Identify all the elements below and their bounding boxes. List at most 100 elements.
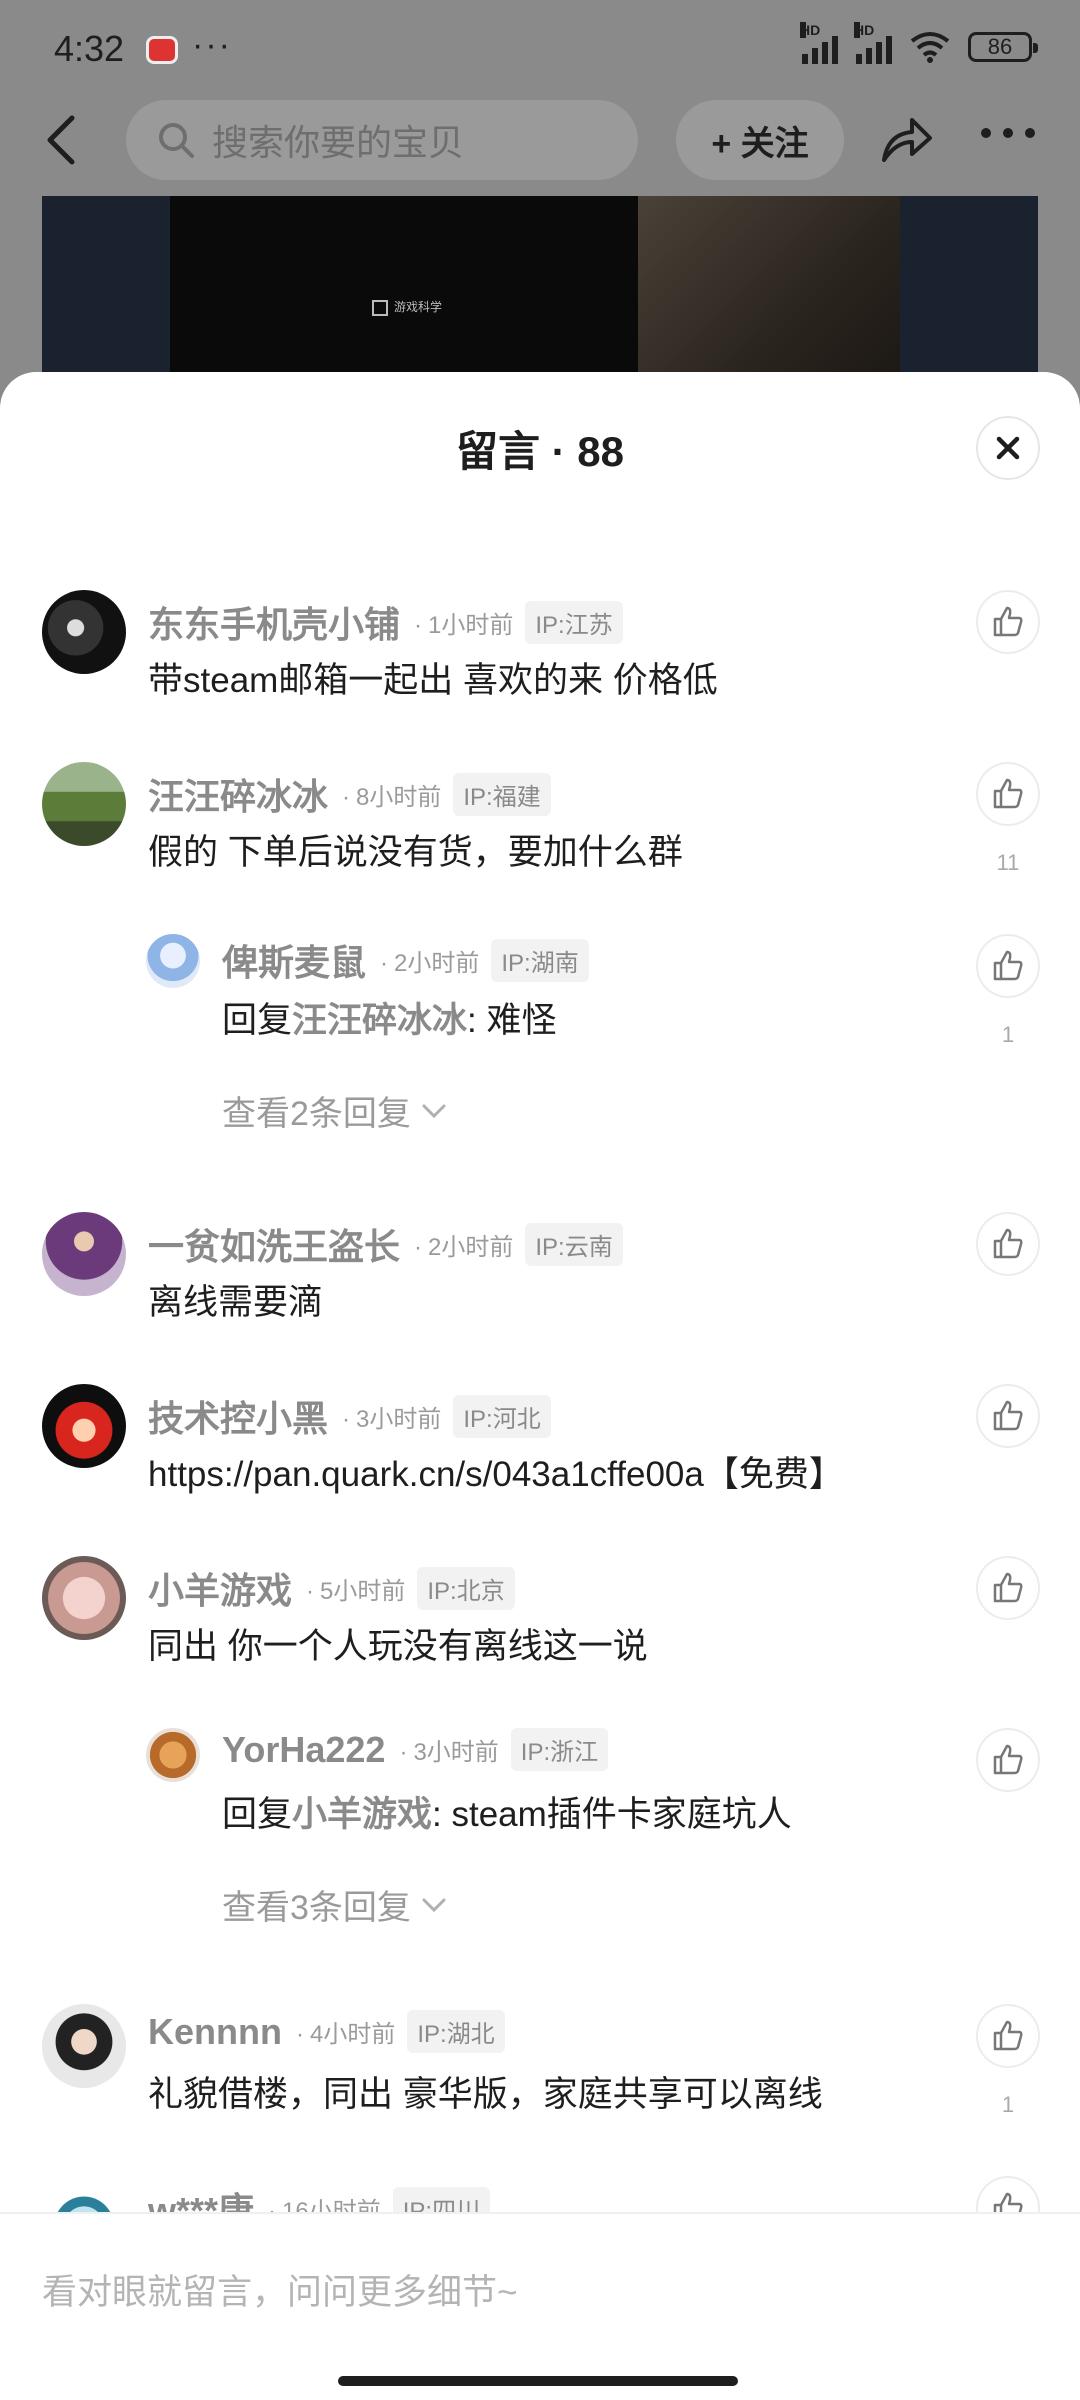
app-notification-icon [146,36,178,64]
search-icon [159,123,194,158]
like-button[interactable] [976,762,1040,826]
comment-time: 3小时前 [399,1732,498,1767]
comment-text[interactable]: 回复小羊游戏: steam插件卡家庭坑人 [222,1786,792,1837]
follow-button[interactable]: + 关注 [676,100,844,180]
comment-input-placeholder[interactable]: 看对眼就留言，问问更多细节~ [42,2264,517,2315]
ip-badge: IP:福建 [453,772,551,816]
close-button[interactable] [976,416,1040,480]
back-button[interactable] [40,110,90,170]
thumbs-up-icon [993,950,1023,981]
ip-badge: IP:北京 [417,1566,515,1610]
comment-author[interactable]: 东东手机壳小铺 [148,596,400,648]
avatar[interactable] [146,1728,200,1782]
ip-badge: IP:湖南 [491,938,589,982]
like-button[interactable] [976,2004,1040,2068]
comment-time: 5小时前 [306,1571,405,1606]
avatar[interactable] [42,2004,126,2088]
ip-badge: IP:河北 [453,1394,551,1438]
comment-text[interactable]: https://pan.quark.cn/s/043a1cffe00a【免费】 [148,1446,844,1497]
reply-target[interactable]: 汪汪碎冰冰 [292,1001,467,1040]
top-nav: 搜索你要的宝贝 + 关注 [0,100,1080,180]
comment-time: 2小时前 [380,943,479,978]
like-count: 1 [1001,2092,1015,2117]
comment-input-bar[interactable]: 看对眼就留言，问问更多细节~ [0,2212,1080,2400]
comment-author[interactable]: 技术控小黑 [148,1390,328,1442]
comment-author[interactable]: 汪汪碎冰冰 [148,768,328,820]
comment-author[interactable]: 小羊游戏 [148,1562,292,1614]
share-button[interactable] [878,112,938,168]
avatar[interactable] [42,590,126,674]
chevron-left-icon [47,115,75,165]
home-indicator[interactable] [338,2376,738,2386]
avatar[interactable] [146,934,200,988]
signal-icon: HD [854,22,892,64]
view-replies-button[interactable]: 查看3条回复 [222,1880,447,1929]
background-page: 4:32 ··· HD HD 86 搜索你要的宝贝 + 关注 游戏科学 [0,0,1080,406]
more-notifications-icon: ··· [192,26,232,64]
status-time: 4:32 [54,28,125,69]
comment-text[interactable]: 离线需要滴 [148,1274,323,1325]
signal-icon: HD [800,22,838,64]
like-button[interactable] [976,1384,1040,1448]
thumbs-up-icon [993,606,1023,637]
comment-time: 2小时前 [414,1227,513,1262]
search-placeholder: 搜索你要的宝贝 [212,122,465,163]
reply-target[interactable]: 小羊游戏 [292,1795,432,1834]
logo-text: 游戏科学 [394,300,443,314]
close-icon [996,436,1020,460]
comment-author[interactable]: 一贫如洗王盗长 [148,1218,400,1270]
battery-icon: 86 [968,32,1038,62]
search-input[interactable]: 搜索你要的宝贝 [126,100,638,180]
more-dots-icon [981,128,1035,138]
like-count: 11 [996,850,1020,875]
reply-body: : 难怪 [467,1001,557,1040]
thumbs-up-icon [993,2020,1023,2051]
view-replies-button[interactable]: 查看2条回复 [222,1086,447,1135]
comment-author[interactable]: 俾斯麦鼠 [222,934,366,986]
wifi-icon [910,32,950,63]
like-count: 1 [1001,1022,1015,1047]
like-button[interactable] [976,1212,1040,1276]
ip-badge: IP:云南 [525,1222,623,1266]
more-options-button[interactable] [980,118,1040,158]
logo-icon [372,300,388,316]
comment-author[interactable]: Kennnn [148,2011,282,2053]
comment-text[interactable]: 带steam邮箱一起出 喜欢的来 价格低 [148,652,718,703]
avatar[interactable] [42,1212,126,1296]
comment-time: 8小时前 [342,777,441,812]
thumbs-up-icon [993,1400,1023,1431]
avatar[interactable] [42,762,126,846]
comment-text[interactable]: 同出 你一个人玩没有离线这一说 [148,1618,648,1669]
status-bar: 4:32 ··· HD HD 86 [0,0,1080,100]
avatar[interactable] [42,1556,126,1640]
ip-badge: IP:江苏 [525,600,623,644]
reply-prefix: 回复 [222,1795,293,1834]
like-button[interactable] [976,934,1040,998]
ip-badge: IP:浙江 [510,1728,609,1771]
like-button[interactable] [976,1556,1040,1620]
thumbs-up-icon [993,1228,1023,1259]
comment-time: 4小时前 [296,2014,395,2049]
ip-badge: IP:湖北 [407,2010,505,2053]
chevron-down-icon [422,1898,446,1912]
reply-prefix: 回复 [222,1001,293,1040]
thumbs-up-icon [993,1572,1023,1603]
comment-author[interactable]: YorHa222 [222,1729,385,1771]
like-button[interactable] [976,590,1040,654]
view-replies-label: 查看3条回复 [222,1889,411,1927]
comment-time: 3小时前 [342,1399,441,1434]
comment-time: 1小时前 [414,605,513,640]
thumbs-up-icon [993,1744,1023,1775]
chevron-down-icon [422,1104,446,1118]
view-replies-label: 查看2条回复 [222,1095,411,1133]
avatar[interactable] [42,1384,126,1468]
thumbs-up-icon [993,778,1023,809]
sheet-title: 留言 · 88 [455,428,625,475]
share-icon [882,118,932,162]
comment-text[interactable]: 假的 下单后说没有货，要加什么群 [148,824,683,875]
like-button[interactable] [976,1728,1040,1792]
comment-text[interactable]: 礼貌借楼，同出 豪华版，家庭共享可以离线 [148,2066,823,2117]
comments-sheet: 留言 · 88 东东手机壳小铺 1小时前 IP:江苏 带steam邮箱一起出 喜… [0,372,1080,2400]
comment-text[interactable]: 回复汪汪碎冰冰: 难怪 [222,992,556,1043]
reply-body: : steam插件卡家庭坑人 [432,1795,792,1834]
